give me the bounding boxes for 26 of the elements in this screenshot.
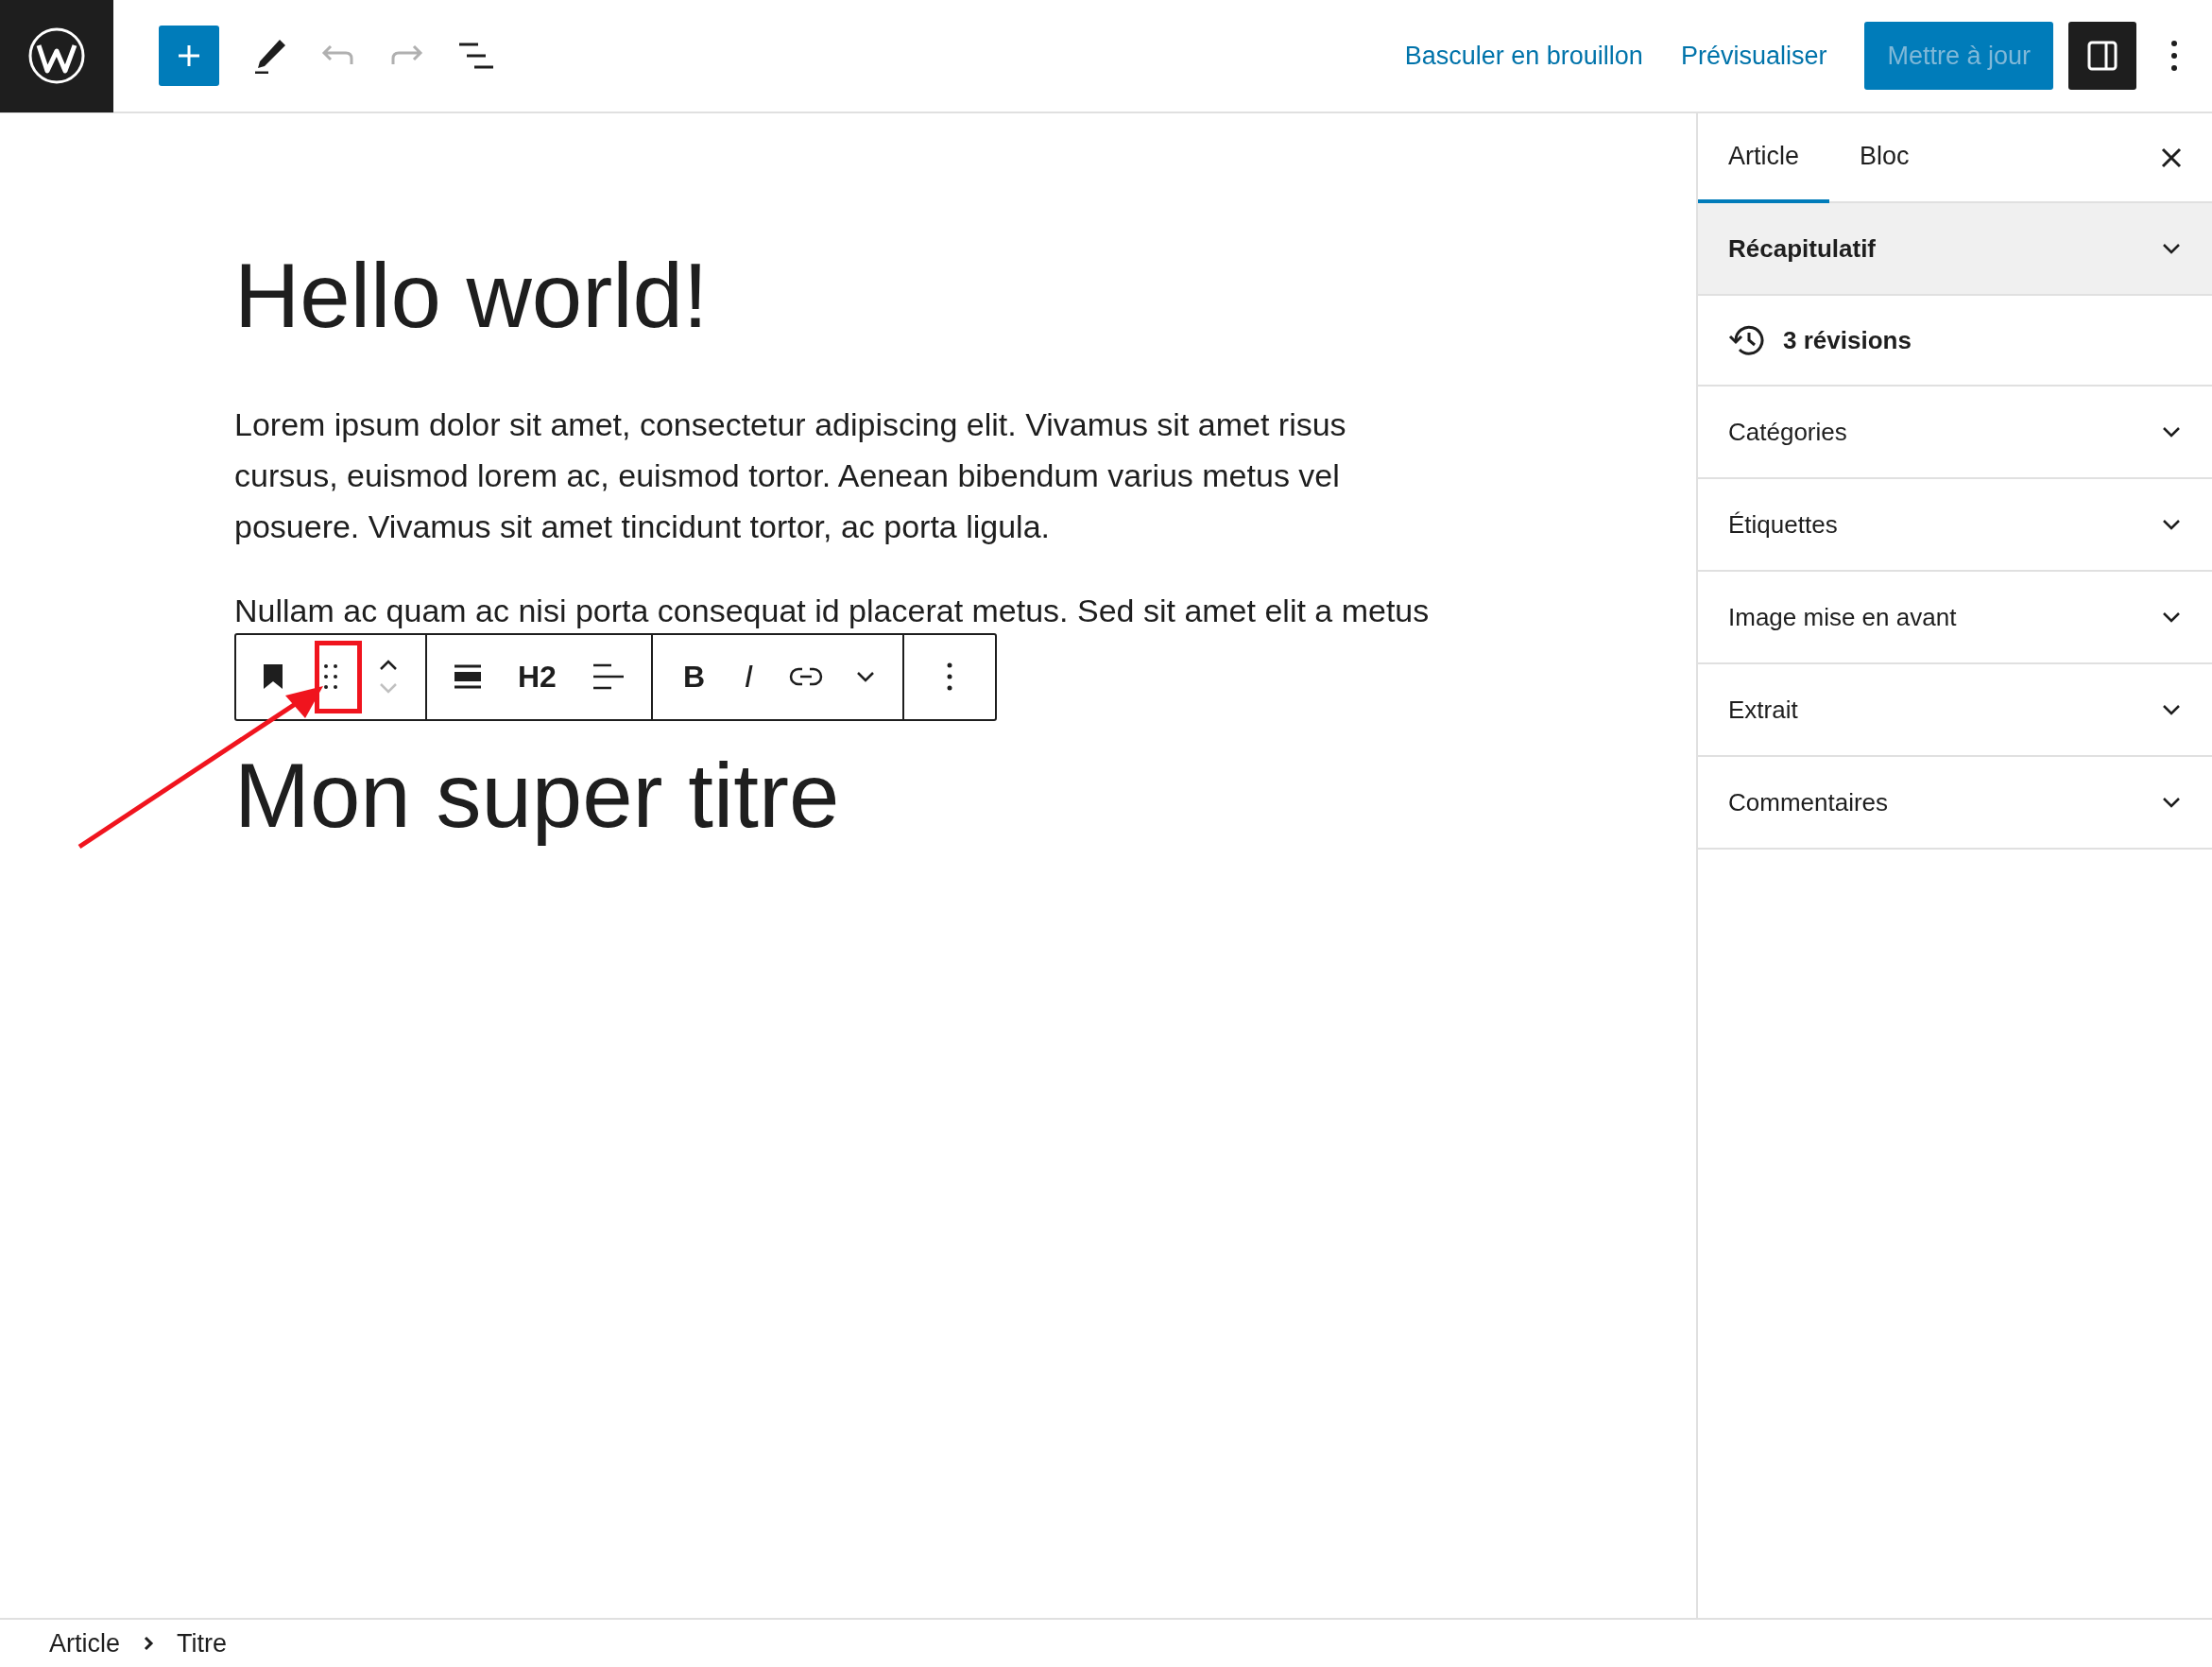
panel-header[interactable]: Extrait [1698,664,2212,757]
panel-title: Commentaires [1728,787,1889,817]
italic-button[interactable]: I [741,659,758,696]
paragraph-text[interactable]: Nullam ac quam ac nisi porta consequat id placerat metus. Sed sit amet elit a metus [234,589,1557,631]
breadcrumb-link[interactable]: Titre [177,1628,227,1658]
post-title[interactable]: Hello world! [234,246,1696,346]
panel-title: Image mise en avant [1728,602,1957,632]
panel-header[interactable]: Étiquettes [1698,479,2212,572]
bold-button[interactable]: B [678,659,709,695]
panel-header[interactable]: Image mise en avant [1698,572,2212,664]
panel-title: Récapitulatif [1728,233,1877,264]
panel-header[interactable]: Catégories [1698,387,2212,479]
revisions-count: 3 révisions [1783,325,1912,355]
breadcrumb-link[interactable]: Article [49,1628,120,1658]
preview-link[interactable]: Prévisualiser [1680,41,1827,71]
heading-text[interactable]: Mon super titre [234,745,1696,846]
revisions-row[interactable]: 3 révisions [1698,296,2212,387]
panel-title: Catégories [1728,417,1847,447]
heading-level-button[interactable]: H2 [514,659,560,695]
paragraph-text[interactable]: Lorem ipsum dolor sit amet, consectetur adipiscing elit. Vivamus sit amet risus cursus, euismod lorem ac, euismod tortor. Aenean bibendum varius metus vel posuere. Vivamus sit amet tincidunt tortor, ac porta ligula. [234,398,1382,552]
panel-header[interactable]: Commentaires [1698,757,2212,850]
switch-to-draft-link[interactable]: Basculer en brouillon [1404,41,1643,71]
panel-title: Étiquettes [1728,509,1838,540]
panel-header[interactable]: Récapitulatif [1698,203,2212,296]
panel-title: Extrait [1728,695,1798,725]
sidebar-tab[interactable]: Bloc [1829,113,1940,203]
